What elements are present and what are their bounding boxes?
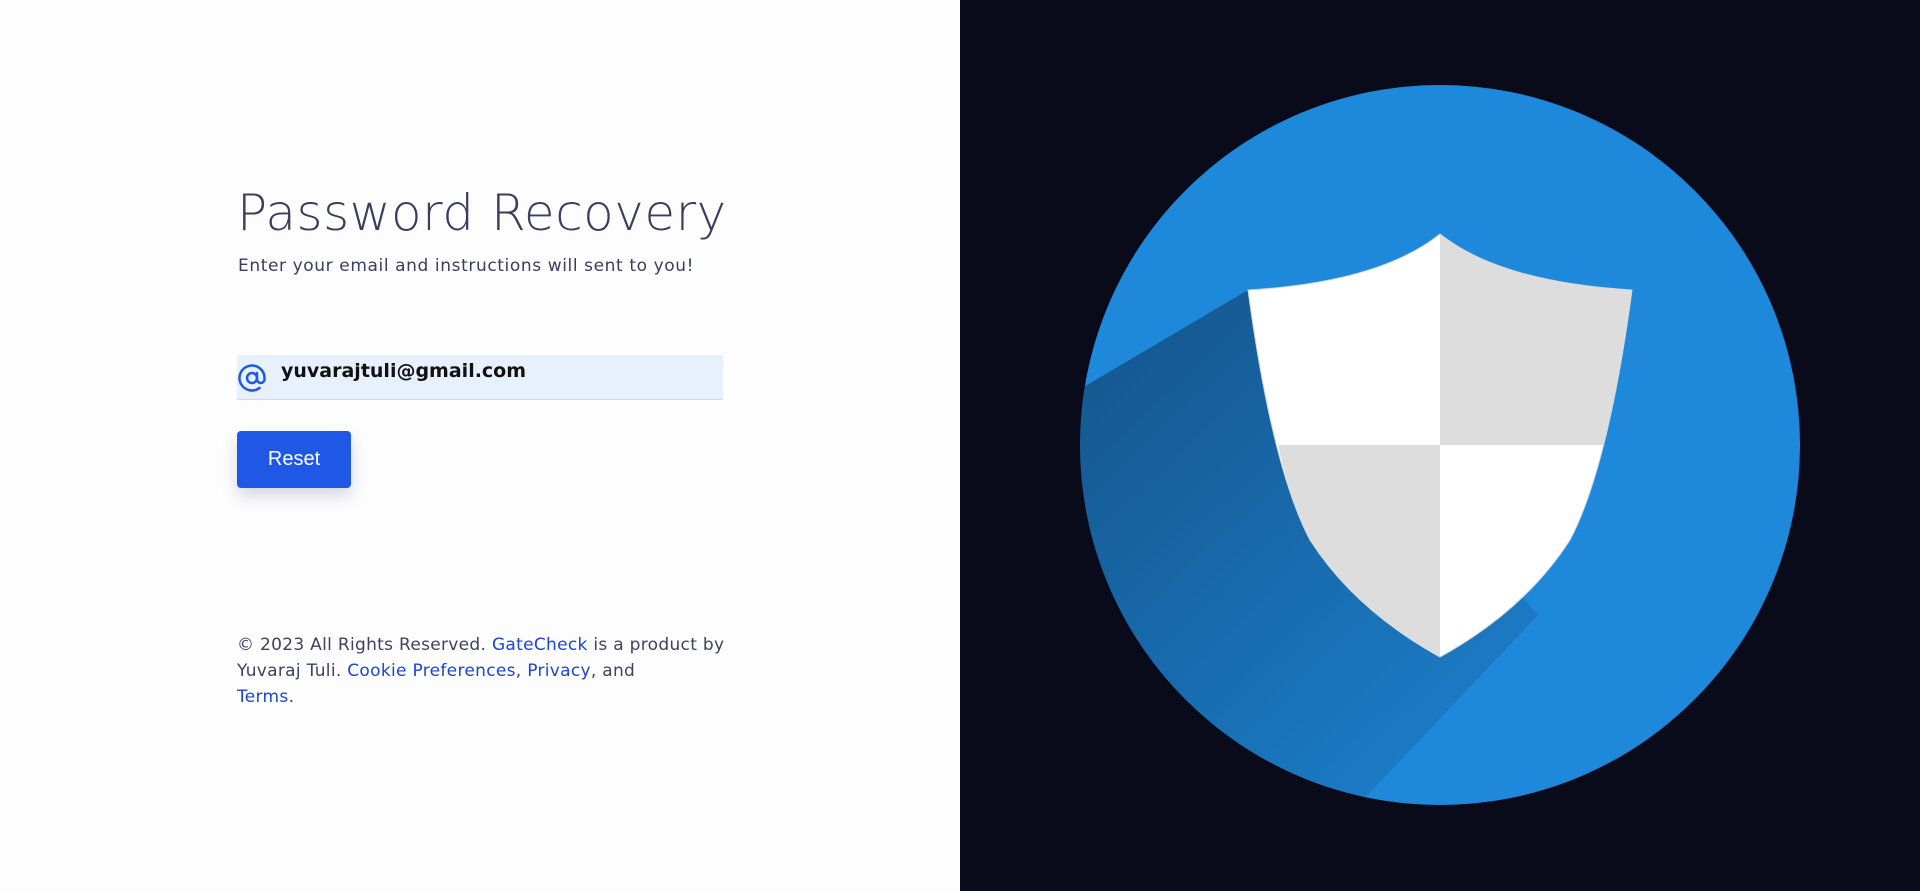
recovery-panel: Password Recovery Enter your email and i… (0, 0, 960, 891)
footer-text: © 2023 All Rights Reserved. GateCheck is… (237, 635, 725, 707)
terms-link[interactable]: Terms (237, 687, 289, 707)
gatecheck-link[interactable]: GateCheck (492, 635, 588, 655)
shield-icon (1080, 85, 1800, 805)
footer-period: . (288, 687, 295, 707)
privacy-link[interactable]: Privacy (527, 661, 591, 681)
copyright-text: © 2023 All Rights Reserved. (237, 635, 487, 655)
page-title: Password Recovery (237, 184, 727, 242)
cookie-preferences-link[interactable]: Cookie Preferences (347, 661, 516, 681)
illustration-panel (960, 0, 1920, 891)
email-field-row (237, 355, 723, 400)
page: Password Recovery Enter your email and i… (0, 0, 1920, 891)
email-field[interactable] (281, 355, 711, 387)
reset-button[interactable]: Reset (237, 431, 351, 488)
page-subtitle: Enter your email and instructions will s… (238, 256, 695, 276)
at-sign-icon (237, 361, 267, 395)
and-text: , and (590, 661, 636, 681)
